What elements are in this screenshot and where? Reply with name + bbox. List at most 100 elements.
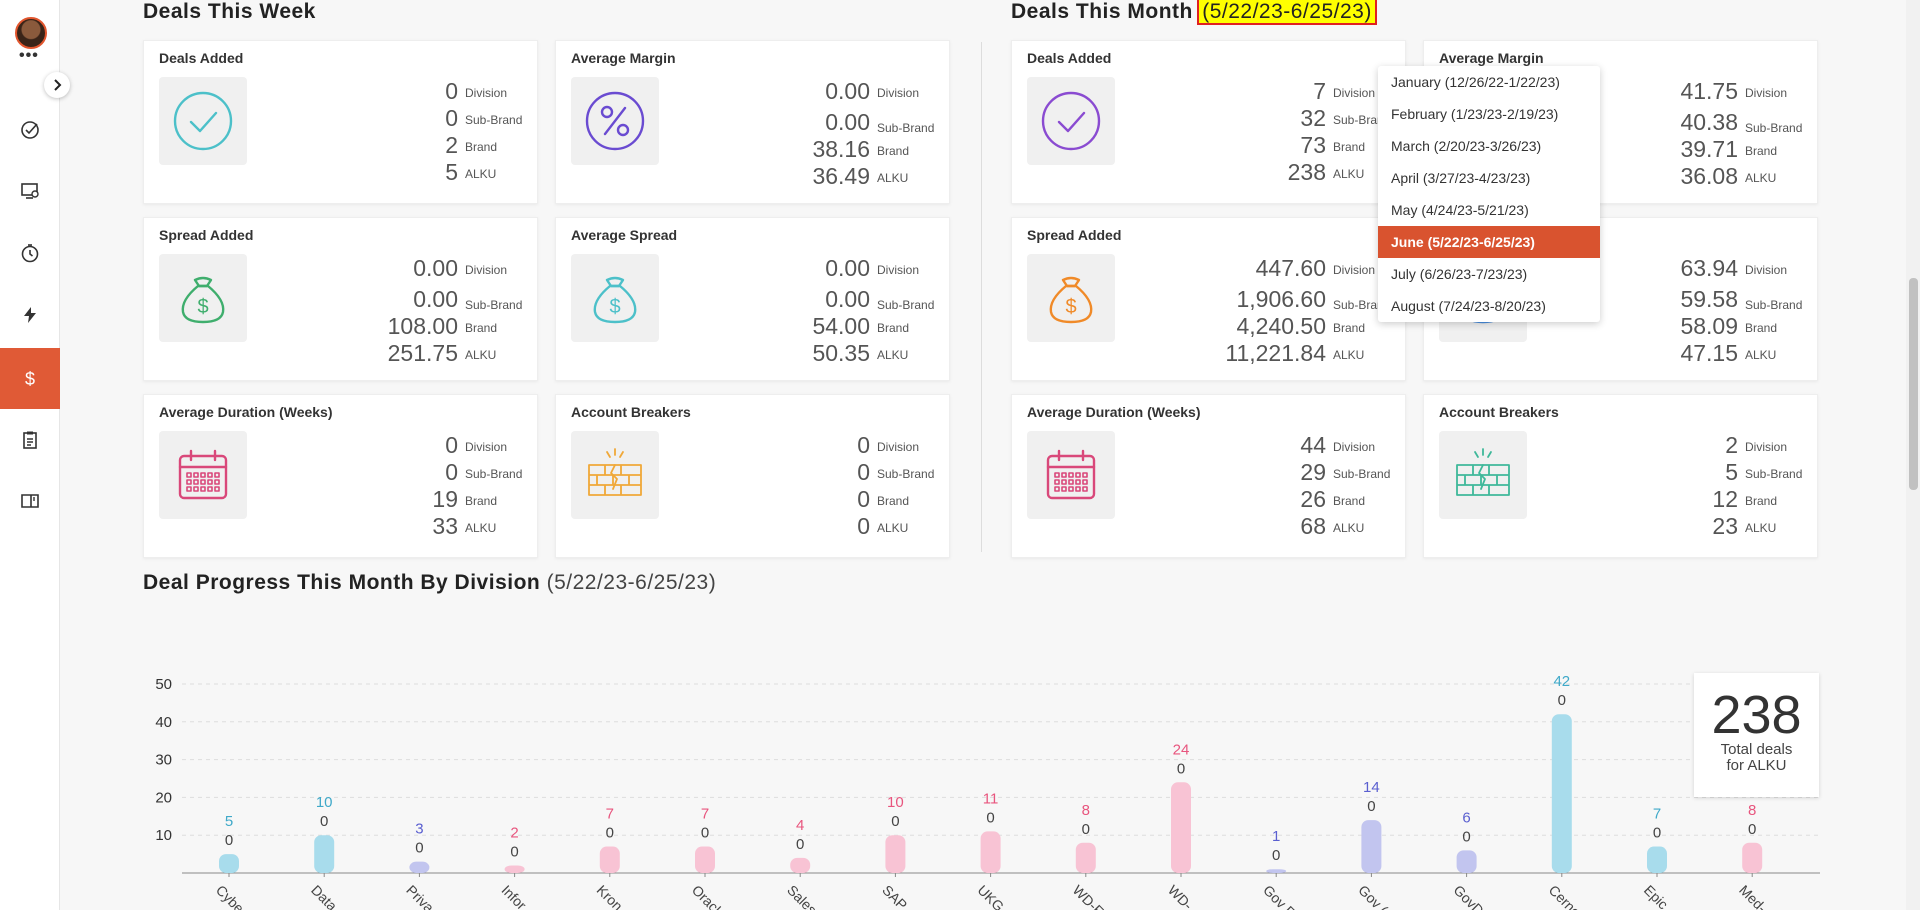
chart-bar xyxy=(885,835,906,873)
sidebar-item-docs[interactable] xyxy=(0,472,60,530)
check-circle-icon xyxy=(1027,77,1115,165)
x-tick-label: GovD... xyxy=(1450,882,1495,910)
dropdown-option[interactable]: January (12/26/22-1/22/23) xyxy=(1378,66,1600,98)
stat-row-brand: 12 Brand xyxy=(1549,485,1809,512)
stat-label: Division xyxy=(877,440,920,454)
sidebar-item-deals[interactable]: $ xyxy=(0,348,60,409)
stat-label: Brand xyxy=(1745,144,1778,158)
stat-value: 0.00 xyxy=(825,78,870,104)
stat-value: 54.00 xyxy=(812,313,870,339)
bar-secondary-label: 0 xyxy=(701,825,709,842)
stat-value: 12 xyxy=(1712,486,1738,512)
dropdown-option[interactable]: April (3/27/23-4/23/23) xyxy=(1378,162,1600,194)
card-stats: 0.00 Division 0.00 Sub-Brand 108.00 Brand 251.… xyxy=(269,254,529,366)
month-range-selector[interactable]: (5/22/23-6/25/23) xyxy=(1197,0,1377,25)
card-title: Spread Added xyxy=(1027,227,1122,243)
dropdown-option[interactable]: March (2/20/23-3/26/23) xyxy=(1378,130,1600,162)
stat-row-alku: 5 ALKU xyxy=(269,158,529,185)
sidebar-item-reports[interactable] xyxy=(0,411,60,469)
more-dots-icon[interactable]: ••• xyxy=(19,48,39,64)
week-card-deals-added: Deals Added 0 Division 0 Sub-Brand 2 Brand 5 ALK… xyxy=(143,40,538,204)
stat-value: 0.00 xyxy=(413,286,458,312)
stat-row-alku: 36.49 ALKU xyxy=(681,162,941,189)
card-title: Spread Added xyxy=(159,227,254,243)
x-tick-label: WD-F... xyxy=(1070,882,1114,910)
avatar[interactable] xyxy=(15,17,47,49)
x-tick-label: Oracl... xyxy=(689,882,732,910)
stat-value: 36.08 xyxy=(1680,163,1738,189)
sidebar-item-tasks[interactable] xyxy=(0,101,60,159)
x-tick-label: Infor... xyxy=(498,882,537,910)
bolt-icon xyxy=(24,307,36,323)
scrollbar-thumb[interactable] xyxy=(1909,278,1918,490)
month-card-average-duration-weeks: Average Duration (Weeks) 44 Division 29 Sub-… xyxy=(1011,394,1406,558)
stat-label: ALKU xyxy=(1333,521,1365,535)
progress-range: (5/22/23-6/25/23) xyxy=(546,571,717,594)
stat-row-brand: 19 Brand xyxy=(269,485,529,512)
stat-value: 7 xyxy=(1313,78,1326,104)
card-stats: 0.00 Division 0.00 Sub-Brand 38.16 Brand 36.49… xyxy=(681,77,941,189)
month-card-spread-added: Spread Added $447.60 Division 1,906.60 Sub-B… xyxy=(1011,217,1406,381)
week-title: Deals This Week xyxy=(143,0,316,23)
sidebar-item-monitor[interactable] xyxy=(0,162,60,220)
month-range-dropdown[interactable]: January (12/26/22-1/22/23) February (1/23… xyxy=(1378,66,1600,322)
y-tick-label: 40 xyxy=(155,714,172,731)
month-title: Deals This Month xyxy=(1011,0,1193,23)
sidebar-item-activity[interactable] xyxy=(0,286,60,344)
stat-value: 39.71 xyxy=(1680,136,1738,162)
y-tick-label: 10 xyxy=(155,827,172,844)
x-tick-label: SAP xyxy=(879,882,910,910)
x-tick-label: Cybe... xyxy=(213,882,256,910)
x-tick-label: Gov (3... xyxy=(1355,882,1404,910)
dropdown-option[interactable]: June (5/22/23-6/25/23) xyxy=(1378,226,1600,258)
dropdown-option[interactable]: February (1/23/23-2/19/23) xyxy=(1378,98,1600,130)
section-divider xyxy=(981,42,982,552)
stat-label: Sub-Brand xyxy=(465,298,523,312)
chart-bar xyxy=(314,835,335,873)
stat-label: ALKU xyxy=(1745,348,1777,362)
bar-value-label: 10 xyxy=(316,794,333,811)
card-stats: 7 Division 32 Sub-Brand 73 Brand 238 ALKU xyxy=(1137,77,1397,185)
stat-value: 40.38 xyxy=(1680,109,1738,135)
bar-value-label: 2 xyxy=(510,824,518,841)
stat-label: Brand xyxy=(465,321,498,335)
check-circle-icon xyxy=(21,121,39,139)
y-tick-label: 50 xyxy=(155,676,172,693)
check-circle-icon xyxy=(159,77,247,165)
bar-secondary-label: 0 xyxy=(1177,760,1185,777)
stat-value: 0 xyxy=(445,105,458,131)
bar-secondary-label: 0 xyxy=(1558,692,1566,709)
stat-row-division: 0.00 Division xyxy=(269,254,529,281)
chart-bar xyxy=(409,861,430,873)
bar-secondary-label: 0 xyxy=(320,813,328,830)
stat-value: 2 xyxy=(1725,432,1738,458)
stat-label: Sub-Brand xyxy=(465,113,523,127)
bar-value-label: 10 xyxy=(887,794,904,811)
bar-secondary-label: 0 xyxy=(1653,825,1661,842)
x-tick-label: Priva... xyxy=(403,882,445,910)
dropdown-option[interactable]: July (6/26/23-7/23/23) xyxy=(1378,258,1600,290)
stat-label: Brand xyxy=(1745,494,1778,508)
bar-value-label: 8 xyxy=(1748,802,1756,819)
stat-row-brand: 26 Brand xyxy=(1137,485,1397,512)
expand-sidebar-button[interactable] xyxy=(44,72,70,98)
stat-value: 0.00 xyxy=(825,286,870,312)
dropdown-option[interactable]: August (7/24/23-8/20/23) xyxy=(1378,290,1600,322)
bar-value-label: 3 xyxy=(415,821,423,838)
stat-row-division: 0 Division xyxy=(681,431,941,458)
stat-row-division: 0 Division xyxy=(269,77,529,104)
bar-value-label: 24 xyxy=(1173,741,1190,758)
sidebar-item-timer[interactable] xyxy=(0,224,60,282)
stat-row-sub-brand: 32 Sub-Brand xyxy=(1137,104,1397,131)
stat-value: 23 xyxy=(1712,513,1738,539)
svg-text:$: $ xyxy=(25,369,35,389)
y-tick-label: 20 xyxy=(155,789,172,806)
scrollbar[interactable] xyxy=(1906,0,1920,910)
sidebar: ••• $ xyxy=(0,0,70,910)
stat-label: Division xyxy=(465,440,508,454)
bar-value-label: 1 xyxy=(1272,828,1280,845)
dropdown-option[interactable]: May (4/24/23-5/21/23) xyxy=(1378,194,1600,226)
chart-bar xyxy=(980,831,1001,873)
stat-row-brand: 0 Brand xyxy=(681,485,941,512)
stat-label: Sub-Brand xyxy=(1333,467,1391,481)
